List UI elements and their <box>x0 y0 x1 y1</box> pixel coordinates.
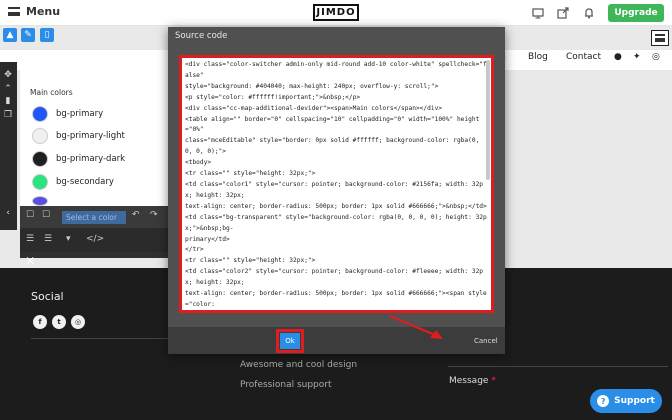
feature-item: Awesome and cool design <box>240 360 358 370</box>
jimdo-logo[interactable]: JIMDO <box>313 4 359 21</box>
help-icon: ? <box>597 395 610 407</box>
field-divider <box>448 366 668 367</box>
menu-label: Menu <box>26 5 61 18</box>
source-code-content[interactable]: <div class="color-switcher admin-only mi… <box>182 58 491 310</box>
message-field-label[interactable]: Message * <box>449 376 496 386</box>
color-item[interactable]: bg-primary-light <box>32 128 125 144</box>
site-menu-button[interactable] <box>651 30 669 46</box>
color-swatch[interactable] <box>32 174 48 190</box>
square-icon[interactable]: ☐ <box>42 210 50 220</box>
source-code-textarea[interactable]: <div class="color-switcher admin-only mi… <box>179 55 494 313</box>
nav-link-contact[interactable]: Contact <box>566 52 601 62</box>
footer-facebook-icon[interactable]: f <box>33 315 47 329</box>
footer-instagram-icon[interactable]: ◎ <box>71 315 85 329</box>
color-swatch[interactable] <box>32 151 48 167</box>
divider <box>31 338 181 339</box>
color-label: bg-primary-dark <box>56 154 126 164</box>
upgrade-button[interactable]: Upgrade <box>608 4 664 22</box>
dialog-footer <box>168 327 505 354</box>
color-swatch[interactable] <box>32 106 48 122</box>
pen-icon[interactable]: ✎ <box>21 28 35 42</box>
chevron-up-icon[interactable]: ⌃ <box>3 84 13 94</box>
bell-icon[interactable] <box>582 6 596 20</box>
support-button[interactable]: ? Support <box>590 389 662 413</box>
square-icon[interactable]: ☐ <box>26 210 34 220</box>
block-toolbar: ✥ ⌃ ▮ ❐ ‹ <box>0 62 17 230</box>
share-icon[interactable] <box>556 6 570 20</box>
instagram-icon[interactable]: ◎ <box>652 52 660 62</box>
indent-icon[interactable]: ☰ <box>44 234 52 244</box>
cancel-button[interactable]: Cancel <box>474 337 498 345</box>
menu-button[interactable]: Menu <box>8 5 60 18</box>
select-color-field[interactable]: Select a color <box>62 211 126 224</box>
color-item[interactable]: bg-primary <box>32 106 103 122</box>
code-icon[interactable]: </> <box>86 234 104 244</box>
close-icon[interactable]: ✕ <box>25 254 35 268</box>
color-swatch[interactable] <box>32 196 48 206</box>
color-label: bg-primary-light <box>56 131 125 141</box>
twitter-icon[interactable]: ✦ <box>633 52 641 62</box>
message-label-text: Message <box>449 376 489 386</box>
redo-icon[interactable]: ↷ <box>150 210 158 220</box>
color-list: Main colors bg-primary bg-primary-light … <box>20 68 168 206</box>
main-colors-title: Main colors <box>30 88 73 97</box>
copy-icon[interactable]: ❐ <box>3 110 13 120</box>
support-label: Support <box>614 396 655 406</box>
ok-button[interactable]: Ok <box>280 333 300 349</box>
color-item[interactable]: bg-secondary <box>32 174 114 190</box>
color-item[interactable] <box>32 196 48 206</box>
mobile-icon[interactable]: ▯ <box>40 28 54 42</box>
source-code-dialog: Source code <div class="color-switcher a… <box>168 27 505 354</box>
color-swatch[interactable] <box>32 128 48 144</box>
footer-twitter-icon[interactable]: t <box>52 315 66 329</box>
outdent-icon[interactable]: ☰ <box>26 234 34 244</box>
nav-link-blog[interactable]: Blog <box>528 52 548 62</box>
editor-toolbar-row: ☰ ☰ ▾ </> <box>20 228 168 252</box>
move-icon[interactable]: ✥ <box>3 70 13 80</box>
feature-item: Professional support <box>240 380 332 390</box>
hamburger-icon <box>8 7 20 16</box>
chevron-down-icon[interactable]: ▾ <box>66 234 71 244</box>
chevron-left-icon[interactable]: ‹ <box>3 208 13 218</box>
undo-icon[interactable]: ↶ <box>132 210 140 220</box>
footer-social-title: Social <box>31 290 64 303</box>
dialog-title: Source code <box>175 31 228 41</box>
color-label: bg-primary <box>56 109 104 119</box>
hamburger-icon <box>655 34 665 42</box>
color-item[interactable]: bg-primary-dark <box>32 151 125 167</box>
color-switcher-panel: Main colors bg-primary bg-primary-light … <box>20 68 168 258</box>
top-bar: Menu JIMDO Upgrade <box>0 0 672 26</box>
facebook-icon[interactable]: ● <box>614 52 622 62</box>
required-mark: * <box>491 376 496 386</box>
monitor-icon[interactable] <box>531 6 545 20</box>
color-label: bg-secondary <box>56 177 114 187</box>
scrollbar[interactable] <box>486 60 490 180</box>
chevron-up-icon[interactable]: ▲ <box>3 28 17 42</box>
trash-icon[interactable]: ▮ <box>3 96 13 106</box>
